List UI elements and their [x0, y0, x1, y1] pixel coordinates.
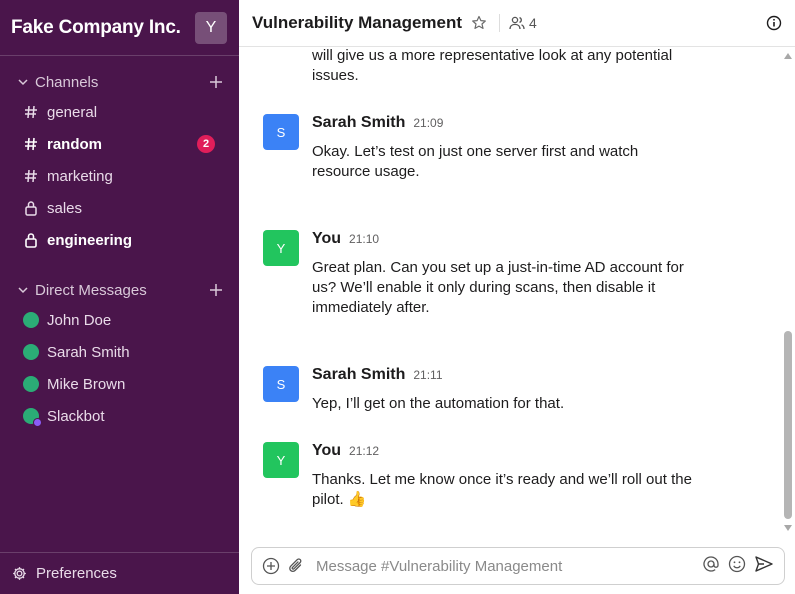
preferences-label: Preferences: [36, 565, 117, 582]
channel-title[interactable]: Vulnerability Management: [252, 13, 462, 33]
scrollbar[interactable]: [781, 47, 795, 537]
dm-label: Sarah Smith: [47, 343, 130, 361]
mention-icon[interactable]: [702, 555, 720, 578]
sidebar-item-mike-brown[interactable]: Mike Brown: [0, 368, 239, 400]
sidebar-item-john-doe[interactable]: John Doe: [0, 304, 239, 336]
message-text: Great plan. Can you set up a just-in-tim…: [312, 259, 684, 316]
scrollbar-thumb[interactable]: [784, 331, 792, 519]
sidebar-item-general[interactable]: general: [0, 96, 239, 128]
preferences-button[interactable]: Preferences: [0, 552, 239, 594]
presence-online-icon: [23, 312, 39, 328]
avatar[interactable]: S: [263, 366, 299, 402]
direct-messages-section-header[interactable]: Direct Messages: [0, 276, 239, 304]
direct-messages-label: Direct Messages: [35, 281, 147, 299]
members-icon: [509, 16, 525, 30]
paperclip-icon[interactable]: [288, 557, 304, 575]
scroll-up-icon[interactable]: [784, 53, 792, 59]
avatar[interactable]: S: [263, 114, 299, 150]
channel-label: general: [47, 103, 98, 121]
channel-label: sales: [47, 199, 83, 217]
channels-label: Channels: [35, 73, 99, 91]
dm-label: John Doe: [47, 311, 112, 329]
presence-bot-icon: [23, 408, 42, 427]
message-continuation-text: will give us a more representative look …: [312, 47, 673, 84]
main-pane: Vulnerability Management 4 will give us …: [239, 0, 795, 594]
hash-icon: [23, 137, 39, 151]
workspace-header[interactable]: Fake Company Inc. Y: [0, 0, 239, 56]
chevron-down-icon[interactable]: [17, 284, 29, 296]
add-channel-icon[interactable]: [209, 75, 223, 89]
workspace-name[interactable]: Fake Company Inc.: [11, 17, 181, 39]
message-author[interactable]: Sarah Smith: [312, 366, 405, 384]
channel-label: random: [47, 135, 103, 153]
workspace-avatar[interactable]: Y: [195, 11, 227, 44]
sidebar: Fake Company Inc. Y Channels general ran…: [0, 0, 239, 594]
message-composer: [251, 547, 785, 585]
dm-label: Slackbot: [47, 407, 105, 425]
message-timestamp[interactable]: 21:12: [349, 444, 379, 458]
chevron-down-icon[interactable]: [17, 76, 29, 88]
sidebar-item-sales[interactable]: sales: [0, 192, 239, 224]
hash-icon: [23, 169, 39, 183]
avatar[interactable]: Y: [263, 442, 299, 478]
sidebar-item-slackbot[interactable]: Slackbot: [0, 400, 239, 432]
hash-icon: [23, 105, 39, 119]
message-text: Okay. Let’s test on just one server firs…: [312, 143, 639, 180]
channel-label: marketing: [47, 167, 113, 185]
sidebar-item-marketing[interactable]: marketing: [0, 160, 239, 192]
channel-header: Vulnerability Management 4: [239, 0, 795, 47]
message-author[interactable]: Sarah Smith: [312, 114, 405, 132]
dm-label: Mike Brown: [47, 375, 126, 393]
message-timestamp[interactable]: 21:10: [349, 232, 379, 246]
sidebar-item-random[interactable]: random 2: [0, 128, 239, 160]
divider: [499, 14, 501, 32]
message-text: Thanks. Let me know once it’s ready and …: [312, 471, 692, 508]
message-timestamp[interactable]: 21:11: [413, 368, 442, 382]
emoji-icon[interactable]: [728, 555, 746, 578]
star-icon[interactable]: [471, 15, 487, 31]
presence-online-icon: [23, 344, 39, 360]
send-icon[interactable]: [754, 555, 774, 578]
lock-icon: [23, 232, 39, 248]
members-button[interactable]: 4: [509, 15, 537, 31]
channels-section-header[interactable]: Channels: [0, 68, 239, 96]
add-circle-icon[interactable]: [262, 557, 280, 575]
lock-icon: [23, 200, 39, 216]
scroll-down-icon[interactable]: [784, 525, 792, 531]
message-list: will give us a more representative look …: [239, 47, 795, 537]
member-count: 4: [529, 15, 537, 31]
sidebar-item-engineering[interactable]: engineering: [0, 224, 239, 256]
message-author[interactable]: You: [312, 442, 341, 460]
add-dm-icon[interactable]: [209, 283, 223, 297]
channel-label: engineering: [47, 231, 133, 249]
message-timestamp[interactable]: 21:09: [413, 116, 443, 130]
message-input[interactable]: [316, 557, 702, 575]
gear-icon: [12, 566, 27, 581]
message-author[interactable]: You: [312, 230, 341, 248]
sidebar-item-sarah-smith[interactable]: Sarah Smith: [0, 336, 239, 368]
avatar[interactable]: Y: [263, 230, 299, 266]
unread-badge: 2: [197, 135, 215, 153]
presence-online-icon: [23, 376, 39, 392]
info-icon[interactable]: [766, 15, 782, 31]
message-text: Yep, I’ll get on the automation for that…: [312, 395, 565, 412]
